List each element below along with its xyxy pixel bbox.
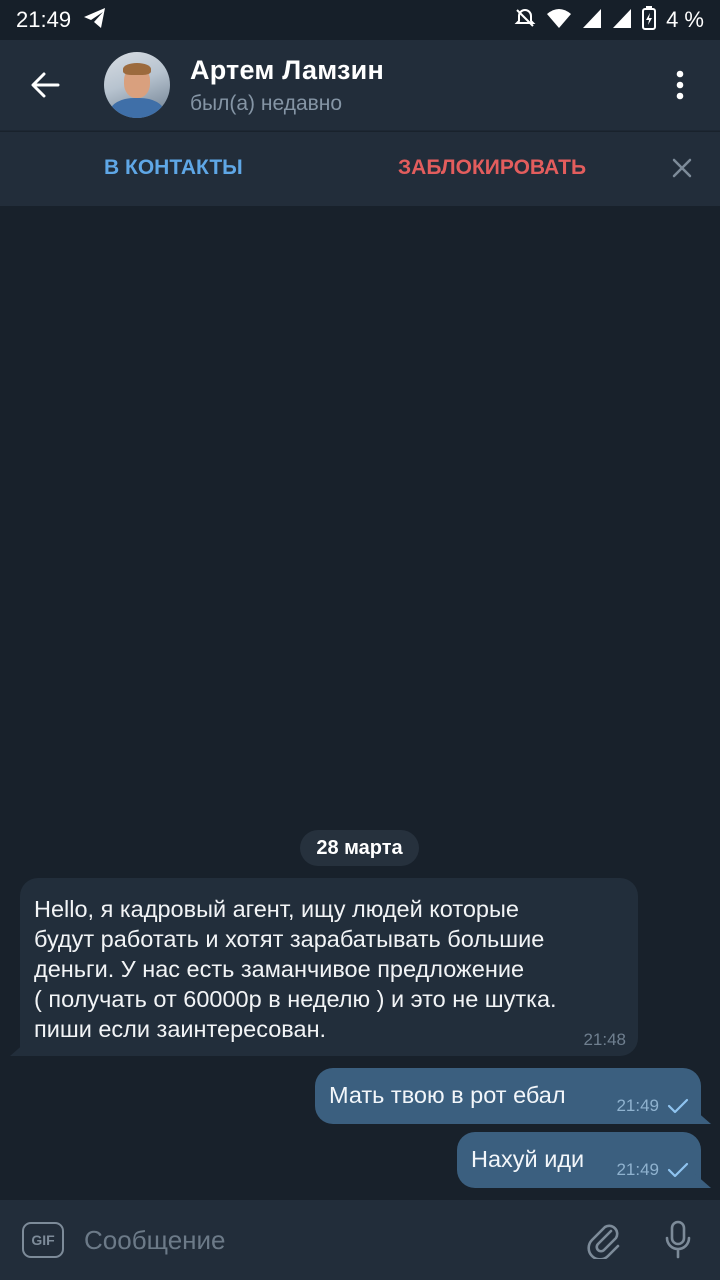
wifi-icon <box>546 7 572 34</box>
paperclip-icon <box>587 1224 620 1259</box>
sent-check-icon <box>667 1098 689 1114</box>
message-time: 21:48 <box>583 1030 626 1049</box>
message-time: 21:49 <box>616 1096 659 1115</box>
incoming-message[interactable]: Hello, я кадровый агент, ищу людей котор… <box>20 878 638 1056</box>
more-menu-button[interactable] <box>662 65 698 105</box>
avatar[interactable] <box>104 52 170 118</box>
block-user-button[interactable]: ЗАБЛОКИРОВАТЬ <box>398 156 586 180</box>
contact-name: Артем Ламзин <box>190 54 384 85</box>
microphone-icon <box>665 1220 691 1259</box>
chat-area[interactable]: 28 марта Hello, я кадровый агент, ищу лю… <box>0 206 720 1200</box>
message-text: Мать твою в рот ебал <box>329 1082 566 1108</box>
message-input[interactable] <box>84 1220 564 1260</box>
status-time: 21:49 <box>16 7 72 32</box>
battery-icon <box>642 5 657 35</box>
voice-message-button[interactable] <box>658 1218 698 1262</box>
status-bar: 21:49 4 % <box>0 0 720 40</box>
message-input-bar: GIF <box>0 1200 720 1280</box>
gif-button[interactable]: GIF <box>22 1222 64 1258</box>
more-vertical-icon <box>676 70 684 100</box>
mute-icon <box>514 7 536 34</box>
date-separator: 28 марта <box>300 830 419 866</box>
message-text: Нахуй иди <box>471 1146 585 1172</box>
message-time: 21:49 <box>616 1160 659 1179</box>
outgoing-message[interactable]: Мать твою в рот ебал 21:49 <box>315 1068 701 1124</box>
contact-info[interactable]: Артем Ламзин был(а) недавно <box>190 55 384 116</box>
chat-header: Артем Ламзин был(а) недавно <box>0 40 720 130</box>
contact-action-bar: В КОНТАКТЫ ЗАБЛОКИРОВАТЬ <box>0 131 720 206</box>
back-button[interactable] <box>0 40 90 130</box>
attach-button[interactable] <box>584 1218 624 1262</box>
signal-icon <box>612 7 632 34</box>
close-icon <box>672 158 692 178</box>
outgoing-message[interactable]: Нахуй иди 21:49 <box>457 1132 701 1188</box>
battery-percent: 4 % <box>666 7 704 32</box>
add-contact-button[interactable]: В КОНТАКТЫ <box>104 156 243 180</box>
contact-status: был(а) недавно <box>190 91 343 115</box>
close-action-bar-button[interactable] <box>664 150 700 186</box>
signal-icon <box>582 7 602 34</box>
sent-check-icon <box>667 1162 689 1178</box>
message-text: Hello, я кадровый агент, ищу людей котор… <box>34 896 557 1042</box>
arrow-left-icon <box>31 72 60 98</box>
telegram-icon <box>83 7 107 34</box>
